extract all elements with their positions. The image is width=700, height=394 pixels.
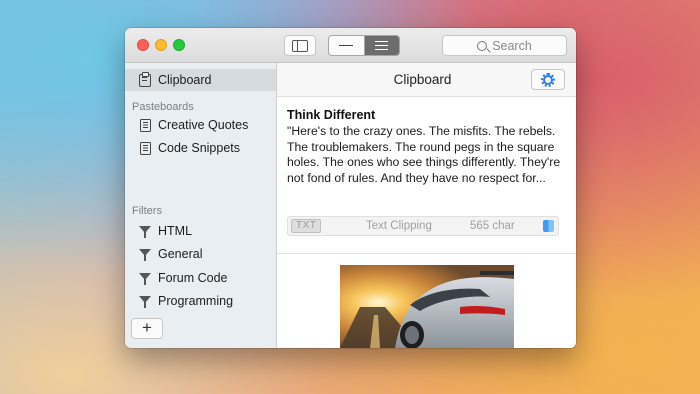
clip-preview-text[interactable]: "Here's to the crazy ones. The misfits. … xyxy=(287,124,570,186)
sidebar-item-code-snippets[interactable]: Code Snippets xyxy=(125,137,276,159)
clip-type-badge: TXT xyxy=(291,219,322,233)
gear-icon xyxy=(541,72,555,87)
filter-icon xyxy=(138,294,152,308)
zoom-button[interactable] xyxy=(173,39,185,51)
filter-icon xyxy=(138,271,152,285)
minus-icon xyxy=(339,44,354,47)
sidebar-item-forum-code[interactable]: Forum Code xyxy=(125,267,276,289)
main-panel: Clipboard Think Different "Here's to the… xyxy=(277,63,576,348)
clip-line: not fond of rules. And they have no resp… xyxy=(287,170,546,185)
sidebar-item-creative-quotes[interactable]: Creative Quotes xyxy=(125,114,276,136)
settings-button[interactable] xyxy=(531,69,565,90)
section-header-pasteboards: Pasteboards xyxy=(132,101,194,113)
clip-line: "Here's to the crazy ones. The misfits. … xyxy=(287,124,556,138)
clipboard-icon xyxy=(138,71,152,87)
title-bar: Search xyxy=(125,28,576,63)
clip-title: Think Different xyxy=(287,108,376,122)
clip-line: The troublemakers. The round pegs in the… xyxy=(287,139,555,154)
search-icon xyxy=(477,40,488,51)
divider xyxy=(277,253,576,254)
clip-char-count: 565 char xyxy=(470,220,515,232)
clip-kind: Text Clipping xyxy=(366,220,432,232)
clip-metadata-bar: TXT Text Clipping 565 char xyxy=(287,216,559,236)
search-placeholder: Search xyxy=(492,38,532,53)
minimize-button[interactable] xyxy=(155,39,167,51)
sidebar-item-label: Clipboard xyxy=(158,73,212,87)
finder-icon[interactable] xyxy=(543,220,554,232)
sidebar-icon xyxy=(292,39,308,52)
sidebar: Clipboard Pasteboards Creative Quotes Co… xyxy=(125,63,277,348)
document-icon xyxy=(138,118,152,132)
sidebar-item-label: Forum Code xyxy=(158,271,228,285)
search-field[interactable]: Search xyxy=(442,35,567,56)
document-icon xyxy=(138,141,152,155)
close-button[interactable] xyxy=(137,39,149,51)
sidebar-item-programming[interactable]: Programming xyxy=(125,290,276,312)
section-header-filters: Filters xyxy=(132,205,162,217)
list-icon xyxy=(375,40,389,43)
single-line-view-button[interactable] xyxy=(329,36,365,55)
filter-icon xyxy=(138,247,152,261)
list-view-button[interactable] xyxy=(364,36,399,55)
sidebar-item-general[interactable]: General xyxy=(125,243,276,265)
sidebar-item-label: Code Snippets xyxy=(158,141,241,155)
filter-icon xyxy=(138,224,152,238)
sidebar-toggle-button[interactable] xyxy=(284,35,316,56)
clip-line: holes. The ones who see things different… xyxy=(287,155,561,169)
sidebar-item-clipboard[interactable]: Clipboard xyxy=(125,69,276,91)
app-window: Search Clipboard Pasteboards Creative Qu… xyxy=(125,28,576,348)
view-mode-control[interactable] xyxy=(328,35,400,56)
add-button[interactable]: + xyxy=(131,318,163,339)
sidebar-item-html[interactable]: HTML xyxy=(125,220,276,242)
sidebar-item-label: Creative Quotes xyxy=(158,118,249,132)
sidebar-item-label: Programming xyxy=(158,294,234,308)
page-title: Clipboard xyxy=(393,72,452,87)
sidebar-item-label: HTML xyxy=(158,224,193,238)
clip-image-preview[interactable] xyxy=(340,265,514,348)
main-header: Clipboard xyxy=(277,63,576,97)
sidebar-item-label: General xyxy=(158,247,203,261)
